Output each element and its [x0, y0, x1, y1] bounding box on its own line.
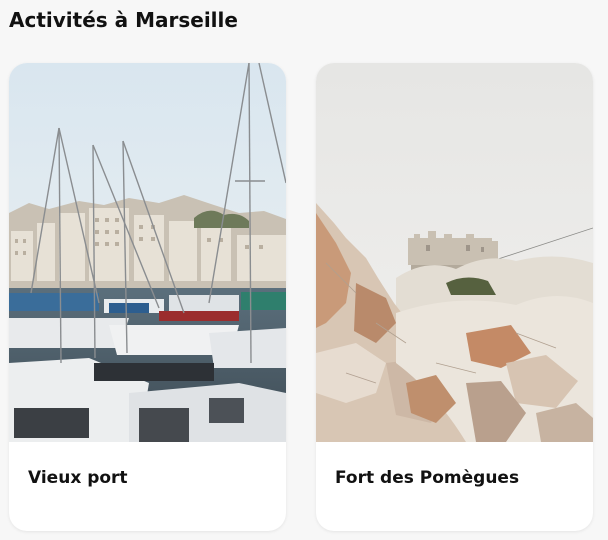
page-title: Activités à Marseille	[9, 8, 238, 32]
activity-card-fort-des-pomegues[interactable]: Fort des Pomègues	[316, 63, 593, 531]
page: Activités à Marseille Vieux port Fort de…	[0, 0, 608, 540]
activity-card-vieux-port[interactable]: Vieux port	[9, 63, 286, 531]
rocky-fort-photo	[316, 63, 593, 442]
marina-boats-photo	[9, 63, 286, 442]
card-title: Fort des Pomègues	[335, 468, 520, 488]
activity-card-list: Vieux port Fort des Pomègues	[9, 63, 593, 531]
card-title: Vieux port	[28, 468, 128, 488]
